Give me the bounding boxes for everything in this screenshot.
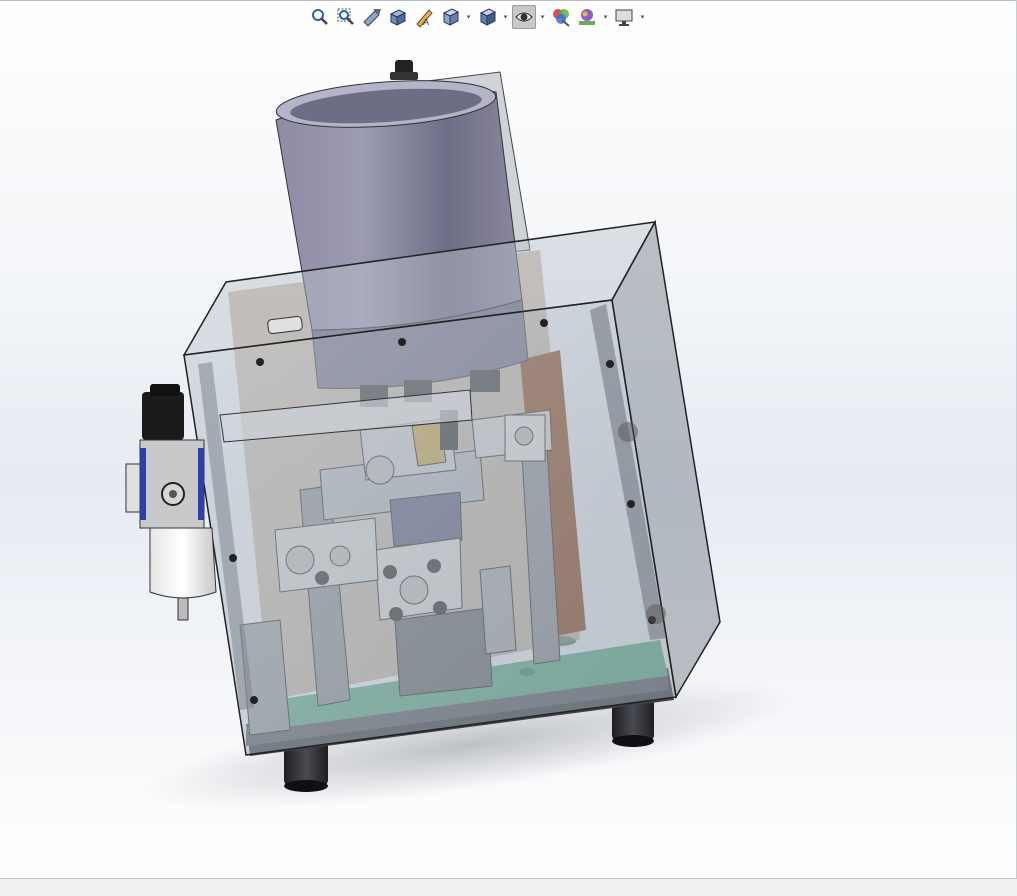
heads-up-view-toolbar: A ▾ ▾ ▾ ▾ ▾ bbox=[308, 4, 647, 30]
chevron-down-icon[interactable]: ▾ bbox=[464, 5, 473, 29]
chevron-down-icon[interactable]: ▾ bbox=[538, 5, 547, 29]
transparent-enclosure bbox=[182, 219, 721, 756]
display-style-button[interactable] bbox=[475, 5, 499, 29]
edit-appearance-icon bbox=[553, 9, 570, 27]
hide-show-items-button[interactable] bbox=[512, 5, 536, 29]
apply-scene-button[interactable] bbox=[575, 5, 599, 29]
annotation-views-icon: A bbox=[416, 9, 433, 28]
display-style-icon bbox=[479, 8, 497, 26]
zoom-to-fit-button[interactable] bbox=[308, 5, 332, 29]
chevron-down-icon[interactable]: ▾ bbox=[638, 5, 647, 29]
view-settings-monitor-icon bbox=[615, 9, 633, 26]
view-orientation-button[interactable] bbox=[438, 5, 462, 29]
edit-appearance-button[interactable] bbox=[549, 5, 573, 29]
graphics-area[interactable]: A ▾ ▾ ▾ ▾ ▾ bbox=[0, 0, 1017, 878]
chevron-down-icon[interactable]: ▾ bbox=[501, 5, 510, 29]
zoom-to-area-icon bbox=[337, 8, 354, 25]
view-orientation-icon bbox=[442, 8, 460, 26]
hide-show-eye-icon bbox=[515, 12, 533, 22]
view-settings-button[interactable] bbox=[612, 5, 636, 29]
zoom-to-fit-icon bbox=[312, 9, 328, 25]
status-bar bbox=[0, 878, 1017, 896]
previous-view-button[interactable] bbox=[360, 5, 384, 29]
cad-model-3d-view[interactable] bbox=[0, 0, 1017, 878]
previous-view-icon bbox=[363, 9, 381, 27]
chevron-down-icon[interactable]: ▾ bbox=[601, 5, 610, 29]
dynamic-annotation-views-button[interactable]: A bbox=[412, 5, 436, 29]
section-view-button[interactable] bbox=[386, 5, 410, 29]
section-view-icon bbox=[389, 9, 407, 26]
apply-scene-icon bbox=[579, 9, 595, 25]
svg-text:A: A bbox=[423, 17, 429, 27]
zoom-to-area-button[interactable] bbox=[334, 5, 358, 29]
